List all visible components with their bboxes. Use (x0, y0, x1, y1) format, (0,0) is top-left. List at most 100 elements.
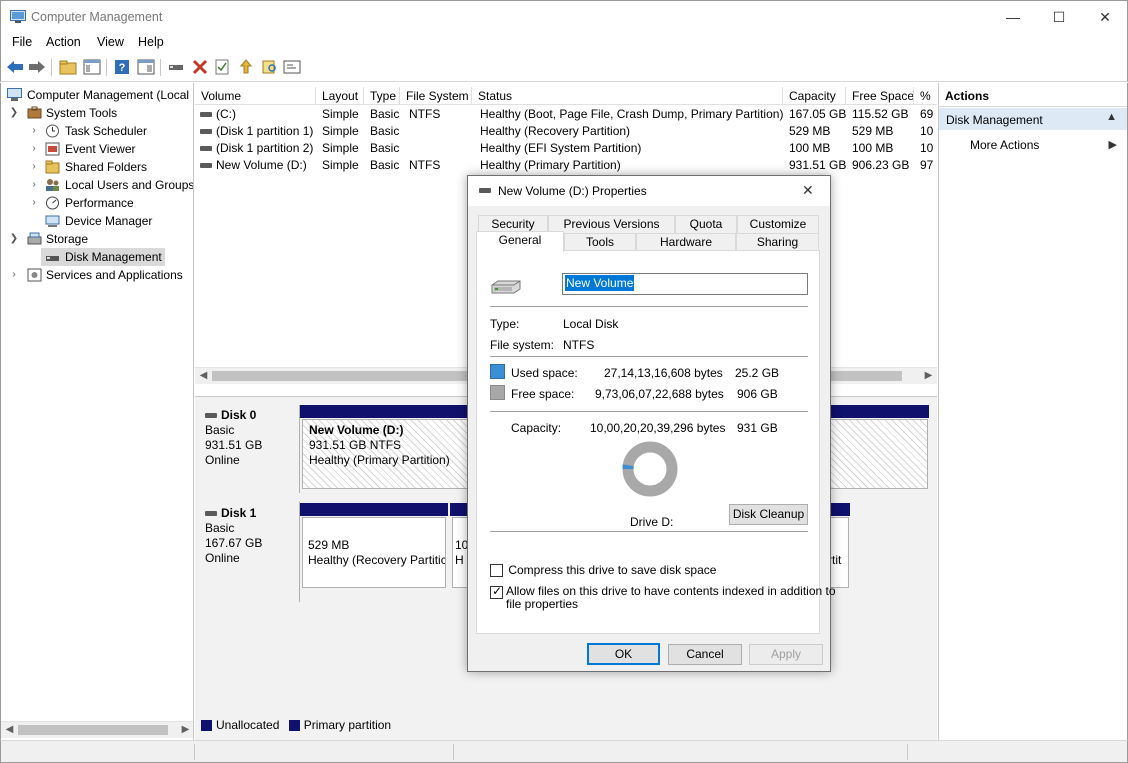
performance-icon (46, 196, 59, 210)
compress-checkbox-row[interactable]: Compress this drive to save disk space (490, 563, 716, 578)
cell-status: Healthy (EFI System Partition) (480, 141, 642, 155)
table-row[interactable]: (Disk 1 partition 2) Simple Basic Health… (195, 140, 937, 157)
properties-pane-icon[interactable] (136, 57, 156, 77)
chevron-right-icon[interactable]: › (29, 176, 39, 194)
cell-capacity: 931.51 GB (789, 158, 847, 172)
tab-tools[interactable]: Tools (564, 233, 636, 251)
volume-icon (200, 146, 212, 152)
column-header-free-space[interactable]: Free Space (846, 87, 914, 105)
volume-icon (200, 112, 212, 118)
collapse-icon[interactable]: ▲ (1106, 111, 1117, 123)
chevron-right-icon[interactable]: › (29, 140, 39, 158)
scroll-right-icon[interactable]: ▶ (177, 722, 193, 739)
column-header-file-system[interactable]: File System (400, 87, 472, 105)
check-icon: ✓ (492, 584, 503, 598)
table-row[interactable]: (C:) Simple Basic NTFS Healthy (Boot, Pa… (195, 106, 937, 123)
tab-previous-versions[interactable]: Previous Versions (548, 215, 675, 233)
column-header-percent[interactable]: % (914, 87, 937, 105)
tree-item-local-users[interactable]: › Local Users and Groups (1, 176, 193, 194)
tab-customize[interactable]: Customize (737, 215, 819, 233)
cell-capacity: 529 MB (789, 124, 831, 138)
rescan-icon[interactable] (282, 57, 302, 77)
scroll-left-icon[interactable]: ◀ (195, 368, 212, 385)
dialog-close-icon[interactable]: ✕ (802, 182, 814, 199)
tree-item-task-scheduler[interactable]: › Task Scheduler (1, 122, 193, 140)
chevron-right-icon[interactable]: › (29, 122, 39, 140)
maximize-button[interactable]: ☐ (1036, 1, 1082, 33)
partition-efi[interactable]: 10 H (452, 517, 468, 588)
tab-general[interactable]: General (476, 231, 564, 252)
column-header-status[interactable]: Status (472, 87, 783, 105)
tree-item-device-manager[interactable]: Device Manager (1, 212, 193, 230)
scroll-right-icon[interactable]: ▶ (920, 368, 937, 385)
tree-label: Services and Applications (46, 268, 183, 282)
chevron-down-icon[interactable]: ❯ (9, 104, 19, 122)
help-icon[interactable]: ? (112, 57, 132, 77)
tree-item-storage[interactable]: ❯ Storage (1, 230, 193, 248)
delete-icon[interactable] (190, 57, 210, 77)
menu-action[interactable]: Action (46, 35, 81, 49)
status-bar (0, 740, 1128, 763)
check-icon[interactable] (212, 57, 232, 77)
tree-item-services-applications[interactable]: › Services and Applications (1, 266, 193, 284)
up-folder-icon[interactable] (58, 57, 78, 77)
menu-help[interactable]: Help (138, 35, 164, 49)
compress-checkbox[interactable] (490, 564, 503, 578)
chevron-down-icon[interactable]: ❯ (9, 230, 19, 248)
menu-file[interactable]: File (12, 35, 32, 49)
tree-item-performance[interactable]: › Performance (1, 194, 193, 212)
export-icon[interactable] (236, 57, 256, 77)
close-button[interactable]: ✕ (1082, 1, 1128, 33)
cell-layout: Simple (322, 158, 359, 172)
disk-0-info[interactable]: Disk 0 Basic 931.51 GB Online (195, 405, 298, 493)
apply-button[interactable]: Apply (749, 644, 823, 665)
tree-item-system-tools[interactable]: ❯ System Tools (1, 104, 193, 122)
chevron-right-icon[interactable]: › (29, 194, 39, 212)
index-checkbox[interactable]: ✓ (490, 584, 503, 599)
cell-percent: 10 (920, 124, 934, 138)
tab-quota[interactable]: Quota (675, 215, 737, 233)
tab-hardware[interactable]: Hardware (636, 233, 736, 251)
column-header-volume[interactable]: Volume (195, 87, 316, 105)
partition-status: Healthy (Recovery Partitic (308, 553, 445, 567)
free-space-bytes: 9,73,06,07,22,688 bytes (595, 387, 724, 401)
forward-arrow-icon[interactable] (27, 57, 47, 77)
scrollbar-thumb[interactable] (18, 725, 168, 735)
submenu-arrow-icon: ▶ (1108, 139, 1117, 151)
more-actions[interactable]: More Actions ▶ (939, 135, 1127, 155)
cancel-button[interactable]: Cancel (668, 644, 742, 665)
back-arrow-icon[interactable] (5, 57, 25, 77)
divider (299, 405, 300, 493)
tree-item-event-viewer[interactable]: › Event Viewer (1, 140, 193, 158)
minimize-button[interactable]: — (990, 1, 1036, 33)
menu-view[interactable]: View (97, 35, 124, 49)
partition-recovery[interactable]: 529 MB Healthy (Recovery Partitic (302, 517, 446, 588)
show-hide-tree-icon[interactable] (82, 57, 102, 77)
connect-icon[interactable] (166, 57, 186, 77)
search-icon[interactable] (260, 57, 280, 77)
disk-cleanup-button[interactable]: Disk Cleanup (729, 504, 808, 525)
type-value: Local Disk (563, 317, 619, 331)
cell-type: Basic (370, 158, 400, 172)
chevron-right-icon[interactable]: › (9, 266, 19, 284)
scroll-left-icon[interactable]: ◀ (1, 722, 18, 739)
index-checkbox-row[interactable]: ✓ Allow files on this drive to have cont… (490, 584, 836, 611)
actions-section-disk-management[interactable]: Disk Management ▲ (939, 108, 1127, 130)
chevron-right-icon[interactable]: › (29, 158, 39, 176)
column-header-type[interactable]: Type (364, 87, 400, 105)
tree-horizontal-scrollbar[interactable]: ◀ ▶ (1, 721, 193, 739)
cell-type: Basic (370, 124, 400, 138)
tab-sharing[interactable]: Sharing (736, 233, 819, 251)
column-header-layout[interactable]: Layout (316, 87, 364, 105)
tree-item-disk-management[interactable]: Disk Management (41, 248, 165, 266)
users-icon (46, 179, 59, 191)
drive-label: Drive D: (630, 515, 674, 529)
volume-name-input[interactable]: New Volume (562, 273, 808, 295)
table-row[interactable]: (Disk 1 partition 1) Simple Basic Health… (195, 123, 937, 140)
tree-item-shared-folders[interactable]: › Shared Folders (1, 158, 193, 176)
table-row[interactable]: New Volume (D:) Simple Basic NTFS Health… (195, 157, 937, 174)
ok-button[interactable]: OK (587, 643, 660, 665)
disk-1-info[interactable]: Disk 1 Basic 167.67 GB Online (195, 502, 298, 602)
column-header-capacity[interactable]: Capacity (783, 87, 846, 105)
tree-item-computer-management[interactable]: Computer Management (Local (1, 86, 193, 104)
